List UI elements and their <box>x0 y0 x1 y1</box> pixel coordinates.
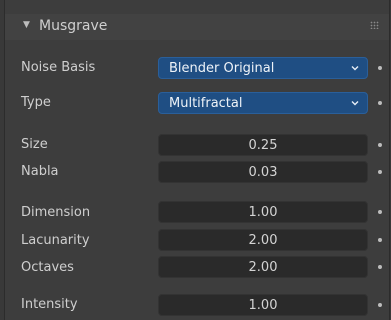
size-value: 0.25 <box>248 138 278 153</box>
octaves-label: Octaves <box>21 260 74 275</box>
nabla-value: 0.03 <box>248 165 278 180</box>
octaves-value: 2.00 <box>248 260 278 275</box>
chevron-down-icon <box>351 66 359 71</box>
triangle-down-icon[interactable]: ▼ <box>23 20 30 30</box>
keyframe-dot-nabla[interactable] <box>378 170 382 174</box>
intensity-field[interactable]: 1.00 <box>158 294 368 316</box>
nabla-field[interactable]: 0.03 <box>158 161 368 183</box>
chevron-down-icon <box>351 101 359 106</box>
panel-header[interactable]: ▼ Musgrave <box>5 14 389 40</box>
keyframe-dot-type[interactable] <box>378 101 382 105</box>
keyframe-dot-lacunarity[interactable] <box>378 238 382 242</box>
dimension-field[interactable]: 1.00 <box>158 201 368 223</box>
type-dropdown[interactable]: Multifractal <box>158 92 368 114</box>
size-label: Size <box>21 137 48 152</box>
keyframe-dot-dimension[interactable] <box>378 210 382 214</box>
drag-grip-icon[interactable] <box>370 21 379 29</box>
lacunarity-field[interactable]: 2.00 <box>158 229 368 251</box>
noise-basis-label: Noise Basis <box>21 60 96 75</box>
lacunarity-label: Lacunarity <box>21 233 90 248</box>
size-field[interactable]: 0.25 <box>158 134 368 156</box>
type-label: Type <box>21 95 51 110</box>
musgrave-panel: ▼ Musgrave Noise Basis Blender Original … <box>4 0 390 320</box>
dimension-value: 1.00 <box>248 205 278 220</box>
type-value: Multifractal <box>169 96 243 111</box>
keyframe-dot-size[interactable] <box>378 143 382 147</box>
nabla-label: Nabla <box>21 164 59 179</box>
panel-title: Musgrave <box>39 18 108 34</box>
noise-basis-dropdown[interactable]: Blender Original <box>158 57 368 79</box>
octaves-field[interactable]: 2.00 <box>158 256 368 278</box>
dimension-label: Dimension <box>21 205 91 220</box>
intensity-value: 1.00 <box>248 298 278 313</box>
lacunarity-value: 2.00 <box>248 233 278 248</box>
noise-basis-value: Blender Original <box>169 61 275 76</box>
keyframe-dot-intensity[interactable] <box>378 303 382 307</box>
intensity-label: Intensity <box>21 297 78 312</box>
keyframe-dot-octaves[interactable] <box>378 265 382 269</box>
keyframe-dot-noise-basis[interactable] <box>378 66 382 70</box>
